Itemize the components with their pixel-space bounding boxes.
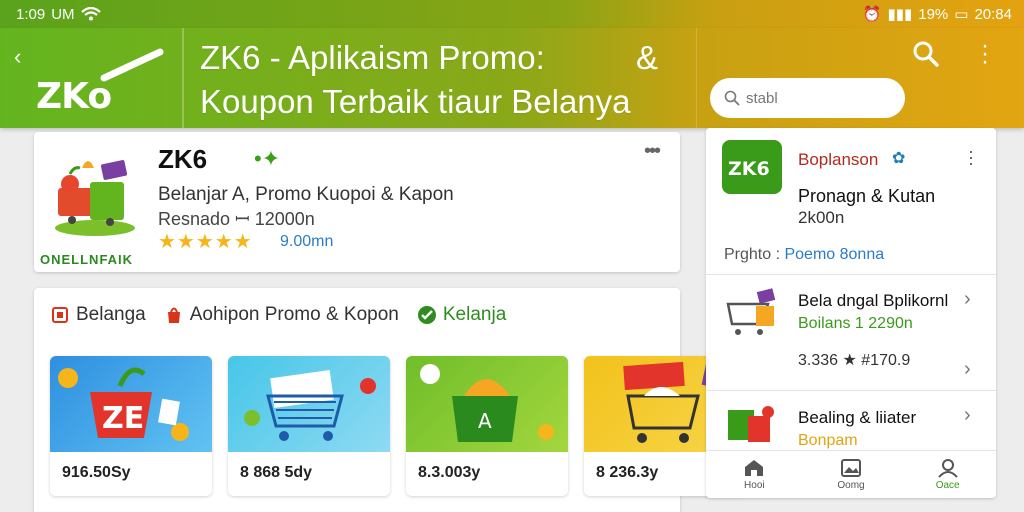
publisher-label: Prghto : xyxy=(724,246,781,263)
rating-count[interactable]: 9.00mn xyxy=(280,233,333,251)
overflow-menu-icon[interactable]: · · · xyxy=(978,34,992,74)
side-panel: ZK6 Boplanson ✿ · · · Pronagn & Kutan 2k00… xyxy=(706,128,996,498)
flower-icon: ✿ xyxy=(892,150,906,167)
cart-tag-icon xyxy=(52,307,68,323)
gift-row-icon xyxy=(728,406,774,442)
tile-price: 916.50Sy xyxy=(62,464,131,481)
panel-app-icon: ZK6 xyxy=(722,140,782,194)
panel-separator xyxy=(706,274,996,275)
tile-price: 8 868 5dy xyxy=(240,464,313,481)
battery-percent: 19% xyxy=(918,5,949,23)
wifi-icon xyxy=(80,7,101,21)
bag-icon xyxy=(167,307,180,323)
battery-icon: ▭ xyxy=(954,6,969,23)
cart-illustration-icon xyxy=(244,369,376,441)
panel-line-1: Pronagn & Kutan xyxy=(798,186,936,206)
panel-row-meta: 3.336 ★ #170.9 xyxy=(798,352,911,369)
nav-label: Oomg xyxy=(837,480,865,491)
check-circle-icon xyxy=(417,306,436,324)
promo-tile[interactable]: A 8.3.003y xyxy=(406,356,568,496)
brand-strip: ONELLNFAIK xyxy=(40,252,134,267)
panel-more-icon[interactable]: · · · xyxy=(968,142,974,172)
promo-image-bag: A xyxy=(406,356,568,452)
status-network: UM xyxy=(51,5,75,23)
back-arrow-icon[interactable]: ‹ xyxy=(14,44,21,70)
app-subtitle: Resnado ꟷ 12000n xyxy=(158,209,315,229)
profile-icon xyxy=(937,459,958,478)
nav-label: Hooi xyxy=(744,480,765,491)
tile-price: 8.3.003y xyxy=(418,464,481,481)
title-line-2: Koupon Terbaik tiaur Belanya xyxy=(200,83,631,120)
app-header: ‹ ZKo ZK6 - Aplikaism Promo: Koupon Terb… xyxy=(0,28,1024,128)
category-promo[interactable]: Aohipon Promo & Kopon xyxy=(164,304,399,326)
panel-row-title[interactable]: Bealing & liiater xyxy=(798,408,916,428)
status-right: ⏰ ▮▮▮ 19% ▭ 20:84 xyxy=(862,5,1012,24)
status-clock: 20:84 xyxy=(974,5,1012,23)
shopping-basket-icon xyxy=(55,160,135,236)
header-divider xyxy=(182,28,184,128)
page-title: ZK6 - Aplikaism Promo: Koupon Terbaik ti… xyxy=(200,36,670,124)
panel-separator xyxy=(706,390,996,391)
title-ampersand: & xyxy=(636,39,659,76)
status-time: 1:09 xyxy=(16,5,46,23)
title-line-1: ZK6 - Aplikaism Promo: xyxy=(200,39,545,76)
chevron-right-icon[interactable]: › xyxy=(964,288,971,311)
promo-tiles: ZE 916.50Sy 8 868 5dy A 8.3.003y 8 236.3… xyxy=(50,356,746,496)
app-info-card[interactable]: ZK6 •✦ Belanjar A, Promo Kuopoi & Kapon … xyxy=(34,132,680,272)
category-kelanja[interactable]: Kelanja xyxy=(417,304,506,326)
rating-stars: ★★★★★ xyxy=(158,231,253,253)
alarm-icon: ⏰ xyxy=(862,6,882,23)
signal-icon: ▮▮▮ xyxy=(887,6,913,23)
panel-app-name[interactable]: Boplanson xyxy=(798,150,878,170)
category-belanga[interactable]: Belanga xyxy=(50,304,146,326)
search-icon[interactable] xyxy=(912,40,940,68)
basket-illustration-icon: ZE xyxy=(58,367,189,441)
panel-row-subtitle: Boilans 1 2290n xyxy=(798,315,913,332)
app-screen: 1:09 UM ⏰ ▮▮▮ 19% ▭ 20:84 ‹ ZKo ZK6 - Ap… xyxy=(0,0,1024,512)
app-description: Belanjar A, Promo Kuopoi & Kapon xyxy=(158,184,454,205)
home-icon xyxy=(745,460,764,476)
svg-text:A: A xyxy=(478,409,492,433)
gift-bag-illustration-icon: A xyxy=(420,364,554,442)
promo-image-basket: ZE xyxy=(50,356,212,452)
panel-icon-text: ZK6 xyxy=(728,158,770,180)
image-icon xyxy=(840,459,861,477)
panel-row-title[interactable]: Bela dngal Bplikornl xyxy=(798,291,948,311)
category-label: Aohipon Promo & Kopon xyxy=(189,304,399,325)
panel-line-2: 2k00n xyxy=(798,208,845,227)
nav-profile[interactable]: Oace xyxy=(913,451,983,498)
panel-divider xyxy=(696,28,697,128)
search-input[interactable]: stabl xyxy=(710,78,905,118)
cart-row-icon xyxy=(726,288,776,335)
status-bar: 1:09 UM ⏰ ▮▮▮ 19% ▭ 20:84 xyxy=(0,0,1024,28)
category-label: Kelanja xyxy=(442,304,507,325)
logo-text: ZKo xyxy=(36,76,112,117)
verified-badge-icon: •✦ xyxy=(254,146,281,171)
nav-home[interactable]: Hooi xyxy=(719,451,789,498)
nav-label: Oace xyxy=(935,480,960,491)
publisher-link[interactable]: Poemo 8onna xyxy=(784,246,884,263)
promo-tile[interactable]: 8 868 5dy xyxy=(228,356,390,496)
panel-publisher: Prghto : Poemo 8onna xyxy=(724,246,884,264)
category-tabs: Belanga Aohipon Promo & Kopon Kelanja xyxy=(50,304,506,326)
search-placeholder: stabl xyxy=(746,89,778,107)
status-left: 1:09 UM xyxy=(16,6,101,23)
chevron-right-icon[interactable]: › xyxy=(964,404,971,427)
brand-logo: ZKo xyxy=(34,48,174,117)
search-small-icon xyxy=(724,90,740,106)
bottom-nav: Hooi Oomg Oace xyxy=(706,450,996,498)
promo-tile[interactable]: ZE 916.50Sy xyxy=(50,356,212,496)
card-more-icon[interactable]: ••• xyxy=(644,140,661,163)
category-label: Belanga xyxy=(76,304,146,325)
app-name: ZK6 xyxy=(158,144,208,174)
promo-image-cart xyxy=(228,356,390,452)
svg-text:ZE: ZE xyxy=(102,401,144,436)
nav-gallery[interactable]: Oomg xyxy=(816,451,886,498)
categories-card: Belanga Aohipon Promo & Kopon Kelanja ZE xyxy=(34,288,746,512)
panel-row-subtitle: Bonpam xyxy=(798,432,858,449)
chevron-right-icon[interactable]: › xyxy=(964,358,971,381)
